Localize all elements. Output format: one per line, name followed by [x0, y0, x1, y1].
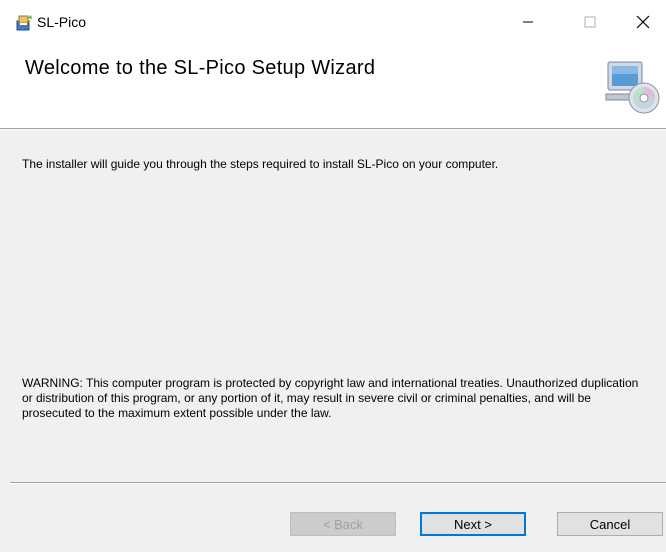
intro-text: The installer will guide you through the…: [22, 157, 499, 171]
installer-icon: [15, 13, 33, 31]
wizard-content: The installer will guide you through the…: [0, 129, 666, 470]
close-icon: [636, 15, 650, 29]
setup-wizard-window: SL-Pico Welcome to the SL-Pico Setup Wiz…: [0, 0, 666, 552]
window-title: SL-Pico: [37, 14, 87, 30]
back-button[interactable]: < Back: [290, 512, 396, 536]
computer-cd-icon: [604, 58, 662, 116]
close-button[interactable]: [620, 6, 666, 38]
wizard-header: Welcome to the SL-Pico Setup Wizard: [0, 38, 666, 129]
next-button[interactable]: Next >: [420, 512, 526, 536]
cancel-button[interactable]: Cancel: [557, 512, 663, 536]
minimize-icon: [523, 21, 533, 23]
maximize-button[interactable]: [567, 6, 613, 38]
title-bar[interactable]: SL-Pico: [0, 6, 666, 38]
page-title: Welcome to the SL-Pico Setup Wizard: [25, 57, 376, 79]
maximize-icon: [584, 16, 596, 28]
copyright-warning: WARNING: This computer program is protec…: [22, 376, 639, 420]
button-separator: [10, 482, 666, 484]
minimize-button[interactable]: [505, 6, 551, 38]
